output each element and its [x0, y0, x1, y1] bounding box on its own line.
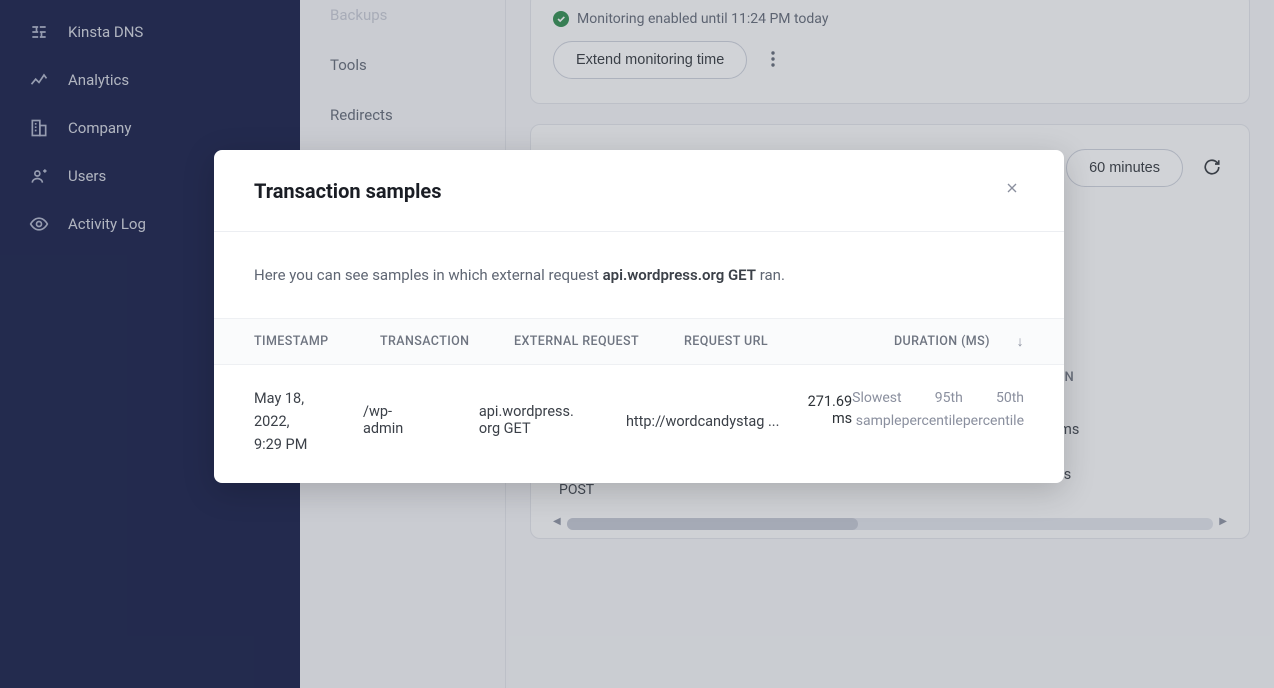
- modal-table-header: TIMESTAMP TRANSACTION EXTERNAL REQUEST R…: [214, 318, 1064, 365]
- modal-title: Transaction samples: [254, 179, 442, 203]
- cell-transaction: /wp- admin: [363, 387, 479, 437]
- col-header-transaction[interactable]: TRANSACTION: [380, 334, 514, 349]
- col-header-request-url[interactable]: REQUEST URL: [684, 334, 894, 349]
- modal-table-row[interactable]: May 18, 2022, 9:29 PM /wp- admin api.wor…: [214, 365, 1064, 483]
- close-button[interactable]: [1000, 176, 1024, 205]
- col-header-external-request[interactable]: EXTERNAL REQUEST: [514, 334, 684, 349]
- col-header-timestamp[interactable]: TIMESTAMP: [254, 334, 380, 349]
- cell-request-url: http://wordcandystag ...: [626, 387, 808, 430]
- cell-duration: 271.69 ms Slowest sample 95th percentile…: [808, 387, 1024, 433]
- col-header-duration[interactable]: DURATION (MS) ↓: [894, 333, 1024, 350]
- modal-description: Here you can see samples in which extern…: [214, 232, 1064, 318]
- transaction-samples-modal: Transaction samples Here you can see sam…: [214, 150, 1064, 483]
- sort-descending-icon: ↓: [1017, 333, 1024, 350]
- cell-external-request: api.wordpress. org GET: [479, 387, 626, 437]
- cell-timestamp: May 18, 2022, 9:29 PM: [254, 387, 363, 457]
